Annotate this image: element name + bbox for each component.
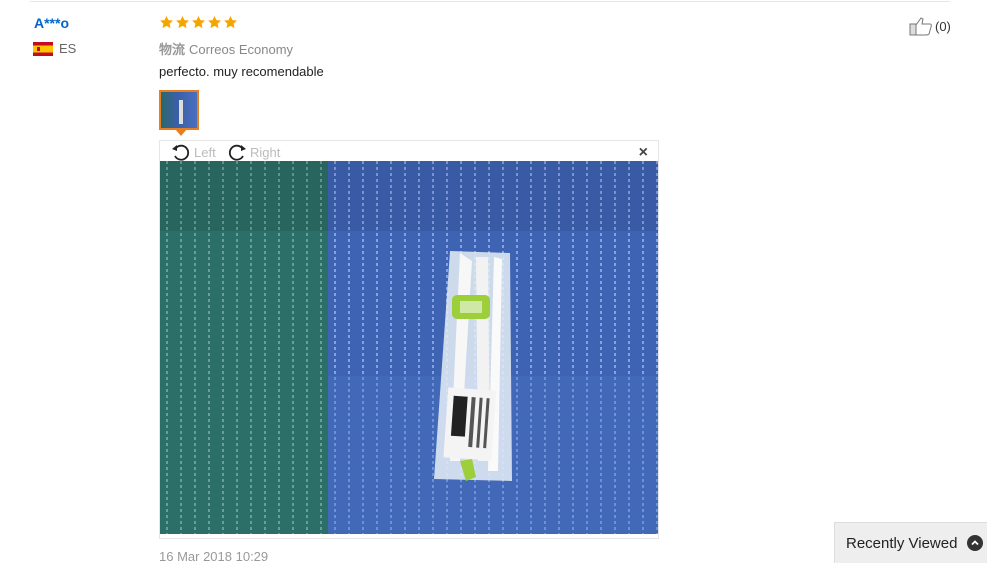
thumbs-up-icon bbox=[909, 17, 932, 36]
reviewer-country: ES bbox=[33, 41, 76, 56]
photo-viewer: Left Right × bbox=[159, 140, 659, 539]
spain-flag-icon bbox=[33, 41, 53, 56]
rotate-left-label: Left bbox=[194, 144, 216, 160]
logistics-info: 物流 Correos Economy bbox=[159, 39, 293, 58]
helpful-count: (0) bbox=[935, 18, 951, 34]
logistics-value: Correos Economy bbox=[189, 42, 294, 57]
star-icon bbox=[192, 15, 205, 29]
thumbnail-pointer bbox=[175, 129, 187, 136]
star-icon bbox=[208, 15, 221, 29]
chevron-up-icon bbox=[967, 535, 984, 551]
star-icon bbox=[176, 15, 189, 29]
reviewer-name: A***o bbox=[34, 15, 70, 31]
review-photo-thumbnail[interactable] bbox=[159, 90, 199, 130]
helpful-button[interactable]: (0) bbox=[909, 16, 951, 36]
rotate-left-icon bbox=[172, 144, 190, 161]
rotate-right-icon bbox=[228, 144, 246, 161]
review-text: perfecto. muy recomendable bbox=[159, 64, 324, 79]
rotate-left-button[interactable]: Left bbox=[170, 142, 216, 162]
star-rating bbox=[159, 15, 238, 30]
review-date: 16 Mar 2018 10:29 bbox=[159, 549, 269, 564]
rotate-right-button[interactable]: Right bbox=[226, 142, 280, 162]
close-viewer-button[interactable]: × bbox=[639, 144, 648, 162]
recently-viewed-button[interactable]: Recently Viewed bbox=[834, 522, 987, 563]
star-icon bbox=[160, 15, 173, 29]
divider bbox=[30, 1, 950, 2]
logistics-label: 物流 bbox=[159, 42, 186, 57]
country-code: ES bbox=[59, 41, 77, 56]
star-icon bbox=[224, 15, 237, 29]
review-photo bbox=[160, 161, 658, 534]
recently-viewed-label: Recently Viewed bbox=[846, 534, 958, 552]
rotate-right-label: Right bbox=[250, 144, 281, 160]
